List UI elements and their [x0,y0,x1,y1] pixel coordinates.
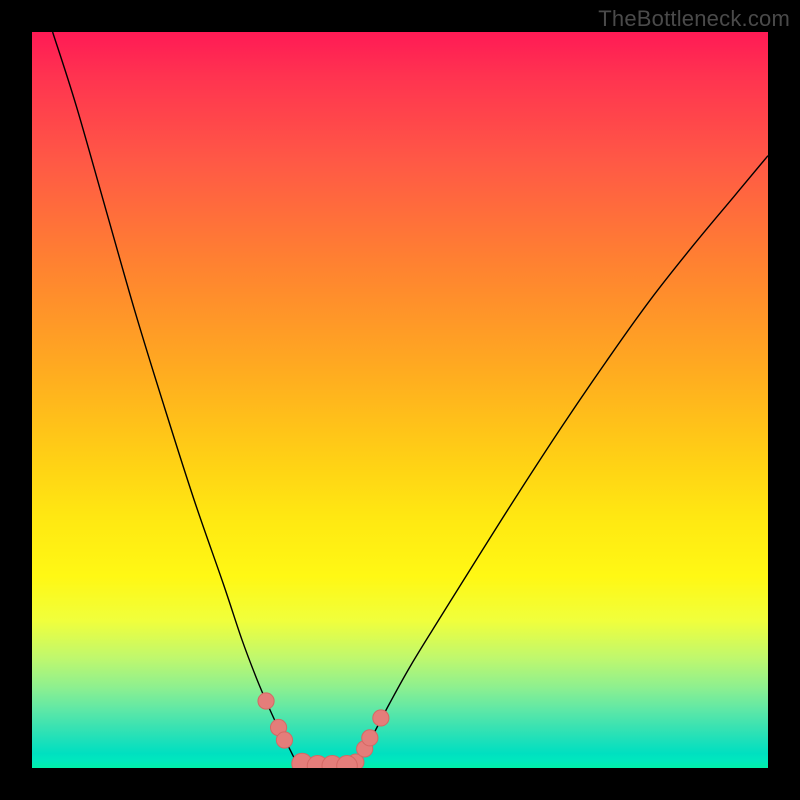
marker-dot [276,732,292,748]
chart-frame: TheBottleneck.com [0,0,800,800]
marker-dot [373,710,389,726]
marker-dot [258,693,274,709]
marker-dot [362,730,378,746]
watermark-text: TheBottleneck.com [598,6,790,32]
curve-left-branch [53,32,300,766]
markers-group [258,693,389,768]
curve-right-branch [356,156,768,766]
chart-svg [32,32,768,768]
plot-area [32,32,768,768]
curve-group [53,32,768,766]
